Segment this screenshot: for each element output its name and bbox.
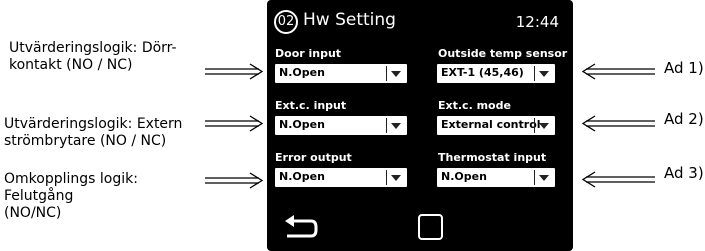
thermostat-input-value: N.Open (441, 170, 487, 183)
ext-input-value: N.Open (279, 118, 325, 131)
arrow-error (205, 172, 264, 189)
page-title: Hw Setting (303, 10, 396, 30)
annotation-ad3: Ad 3) (664, 164, 704, 182)
back-arrow-icon (285, 215, 318, 238)
ext-mode-value: External control (441, 118, 541, 131)
arrow-ext (205, 115, 264, 132)
device-screen: 02 Hw Setting 12:44 Door input N.Open Ou… (267, 0, 573, 251)
chevron-down-icon (391, 175, 401, 181)
annotation-line: kontakt (NO / NC) (9, 57, 133, 73)
dropdown-separator (534, 66, 535, 81)
annotation-line: Felutgång (4, 188, 74, 204)
outside-temp-sensor-value: EXT-1 (45,46) (441, 66, 524, 79)
ext-input-dropdown[interactable]: N.Open (275, 116, 407, 135)
page-number-badge: 02 (274, 10, 298, 34)
dropdown-separator (386, 170, 387, 185)
outside-temp-sensor-dropdown[interactable]: EXT-1 (45,46) (437, 64, 555, 83)
annotation-ad1: Ad 1) (664, 59, 704, 77)
ext-mode-dropdown[interactable]: External control (437, 116, 555, 135)
ext-input-label: Ext.c. input (275, 99, 347, 112)
outside-temp-sensor-label: Outside temp sensor (438, 47, 568, 60)
back-button[interactable] (281, 213, 319, 243)
annotation-line: Utvärderingslogik: Extern (4, 116, 183, 132)
thermostat-input-label: Thermostat input (438, 151, 547, 164)
annotation-line: strömbrytare (NO / NC) (4, 133, 167, 149)
chevron-down-icon (539, 123, 549, 129)
door-input-dropdown[interactable]: N.Open (275, 64, 407, 83)
clock: 12:44 (515, 13, 559, 31)
dropdown-separator (386, 118, 387, 133)
dropdown-separator (386, 66, 387, 81)
door-input-value: N.Open (279, 66, 325, 79)
annotation-error-logic: Omkopplings logik: Felutgång (NO/NC) (4, 171, 138, 222)
annotation-ad2: Ad 2) (664, 110, 704, 128)
annotation-line: Utvärderingslogik: Dörr- (9, 40, 177, 56)
dropdown-separator (534, 170, 535, 185)
door-input-label: Door input (275, 47, 342, 60)
arrow-ad3 (581, 171, 655, 188)
thermostat-input-dropdown[interactable]: N.Open (437, 168, 555, 187)
home-button[interactable] (418, 214, 443, 240)
arrow-ad1 (581, 63, 655, 80)
error-output-value: N.Open (279, 170, 325, 183)
annotation-door-logic: Utvärderingslogik: Dörr- kontakt (NO / N… (9, 40, 177, 74)
chevron-down-icon (391, 123, 401, 129)
annotation-ext-logic: Utvärderingslogik: Extern strömbrytare (… (4, 116, 182, 150)
chevron-down-icon (539, 175, 549, 181)
error-output-dropdown[interactable]: N.Open (275, 168, 407, 187)
arrow-door (205, 63, 264, 80)
arrow-ad2 (581, 115, 655, 132)
dropdown-separator (534, 118, 535, 133)
error-output-label: Error output (275, 151, 352, 164)
chevron-down-icon (539, 71, 549, 77)
annotation-line: Omkopplings logik: (4, 171, 138, 187)
chevron-down-icon (391, 71, 401, 77)
annotation-line: (NO/NC) (4, 205, 62, 221)
ext-mode-label: Ext.c. mode (438, 99, 511, 112)
